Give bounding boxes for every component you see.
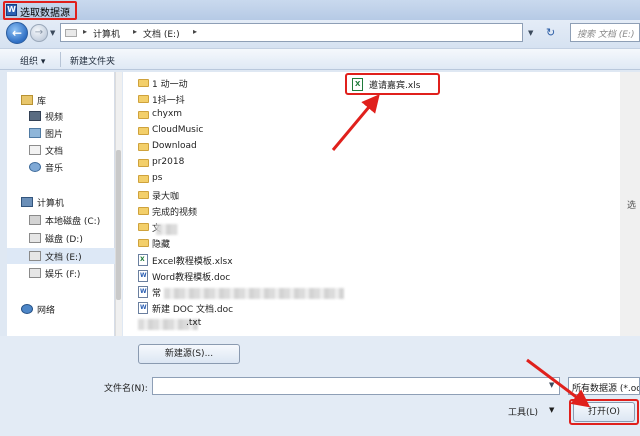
- folder-item[interactable]: 完成的视频: [138, 203, 258, 219]
- disk-icon: [29, 268, 41, 278]
- open-highlight-box: [569, 399, 639, 425]
- nav-pictures[interactable]: 图片: [25, 125, 112, 141]
- blurred-region: [156, 224, 178, 235]
- folder-icon: [138, 143, 149, 151]
- breadcrumb-arrow-icon[interactable]: ▸: [193, 27, 197, 36]
- address-bar[interactable]: ▸ 计算机 ▸ 文档 (E:) ▸: [60, 23, 523, 42]
- nav-documents[interactable]: 文档: [25, 142, 112, 158]
- nav-drive-c[interactable]: 本地磁盘 (C:): [25, 212, 112, 228]
- nav-drive-e[interactable]: 文档 (E:): [7, 248, 115, 264]
- title-highlight-box: [3, 1, 77, 20]
- navigation-pane: 库 视频 图片 文档 音乐 计算机 本地磁盘 (C:) 磁盘 (D:) 文档 (…: [7, 72, 115, 336]
- file-item[interactable]: .txt: [186, 316, 246, 332]
- nav-scrollbar-thumb[interactable]: [116, 150, 121, 300]
- title-bar: [0, 0, 640, 20]
- forward-button[interactable]: →: [30, 24, 48, 42]
- folder-icon: [138, 223, 149, 231]
- folder-icon: [138, 191, 149, 199]
- folder-item[interactable]: pr2018: [138, 155, 258, 171]
- breadcrumb-computer[interactable]: 计算机: [93, 27, 120, 40]
- excel-file-icon: [352, 78, 363, 91]
- tools-menu[interactable]: 工具(L): [508, 405, 538, 418]
- document-icon: [29, 145, 41, 155]
- address-dropdown[interactable]: ▼: [528, 29, 533, 37]
- breadcrumb-arrow-icon[interactable]: ▸: [83, 27, 87, 36]
- folder-icon: [138, 127, 149, 135]
- recent-locations-dropdown[interactable]: ▼: [50, 29, 55, 37]
- local-disk-icon: [29, 215, 41, 225]
- word-file-icon: [138, 286, 148, 298]
- computer-icon: [21, 197, 33, 207]
- folder-icon: [138, 239, 149, 247]
- tools-dropdown-icon[interactable]: ▼: [549, 406, 554, 414]
- disk-icon: [29, 251, 41, 261]
- nav-drive-f[interactable]: 娱乐 (F:): [25, 265, 112, 281]
- disk-icon: [29, 233, 41, 243]
- file-type-select[interactable]: 所有数据源 (*.od: [568, 377, 640, 395]
- folder-item[interactable]: 1抖一抖: [138, 91, 258, 107]
- folder-icon: [138, 95, 149, 103]
- folder-icon: [138, 159, 149, 167]
- organize-menu[interactable]: 组织 ▾: [20, 54, 45, 67]
- folder-item[interactable]: 隐藏: [138, 235, 258, 251]
- folder-icon: [138, 111, 149, 119]
- word-file-icon: [138, 270, 148, 282]
- file-item[interactable]: 新建 DOC 文档.doc: [138, 300, 288, 316]
- filename-label: 文件名(N):: [104, 384, 148, 394]
- toolbar: 组织 ▾ 新建文件夹: [0, 48, 640, 70]
- folder-item[interactable]: 1 动一动: [138, 75, 258, 91]
- folder-icon: [138, 175, 149, 183]
- back-button[interactable]: ←: [6, 22, 28, 44]
- nav-music[interactable]: 音乐: [25, 159, 112, 175]
- folder-icon: [138, 79, 149, 87]
- file-item[interactable]: Word教程模板.doc: [138, 268, 288, 284]
- folder-item[interactable]: CloudMusic: [138, 123, 258, 139]
- word-file-icon: [138, 302, 148, 314]
- nav-drive-d[interactable]: 磁盘 (D:): [25, 230, 112, 246]
- nav-network[interactable]: 网络: [17, 301, 112, 317]
- nav-library[interactable]: 库: [17, 92, 112, 108]
- music-icon: [29, 162, 41, 172]
- blurred-region: [164, 288, 344, 299]
- library-icon: [21, 95, 33, 105]
- search-input[interactable]: 搜索 文档 (E:): [570, 23, 640, 42]
- folder-icon: [138, 207, 149, 215]
- network-icon: [21, 304, 33, 314]
- new-folder-button[interactable]: 新建文件夹: [70, 54, 115, 67]
- breadcrumb-arrow-icon[interactable]: ▸: [133, 27, 137, 36]
- target-file-item[interactable]: 邀请嘉宾.xls: [345, 73, 440, 95]
- filename-dropdown[interactable]: ▼: [549, 381, 554, 389]
- file-item[interactable]: Excel教程模板.xlsx: [138, 252, 288, 268]
- excel-file-icon: [138, 254, 148, 266]
- drive-icon: [65, 29, 77, 37]
- picture-icon: [29, 128, 41, 138]
- preview-hint: 选: [627, 201, 637, 211]
- nav-videos[interactable]: 视频: [25, 108, 112, 124]
- video-icon: [29, 111, 41, 121]
- breadcrumb-drive-e[interactable]: 文档 (E:): [143, 27, 180, 40]
- filename-input[interactable]: [152, 377, 560, 395]
- folder-item[interactable]: 录大咖: [138, 187, 258, 203]
- nav-computer[interactable]: 计算机: [17, 194, 112, 210]
- toolbar-divider: [60, 52, 61, 67]
- new-source-button[interactable]: 新建源(S)...: [138, 344, 240, 364]
- folder-item[interactable]: ps: [138, 171, 258, 187]
- folder-item[interactable]: Download: [138, 139, 258, 155]
- refresh-icon[interactable]: ↻: [546, 26, 555, 39]
- folder-item[interactable]: chyxm: [138, 107, 258, 123]
